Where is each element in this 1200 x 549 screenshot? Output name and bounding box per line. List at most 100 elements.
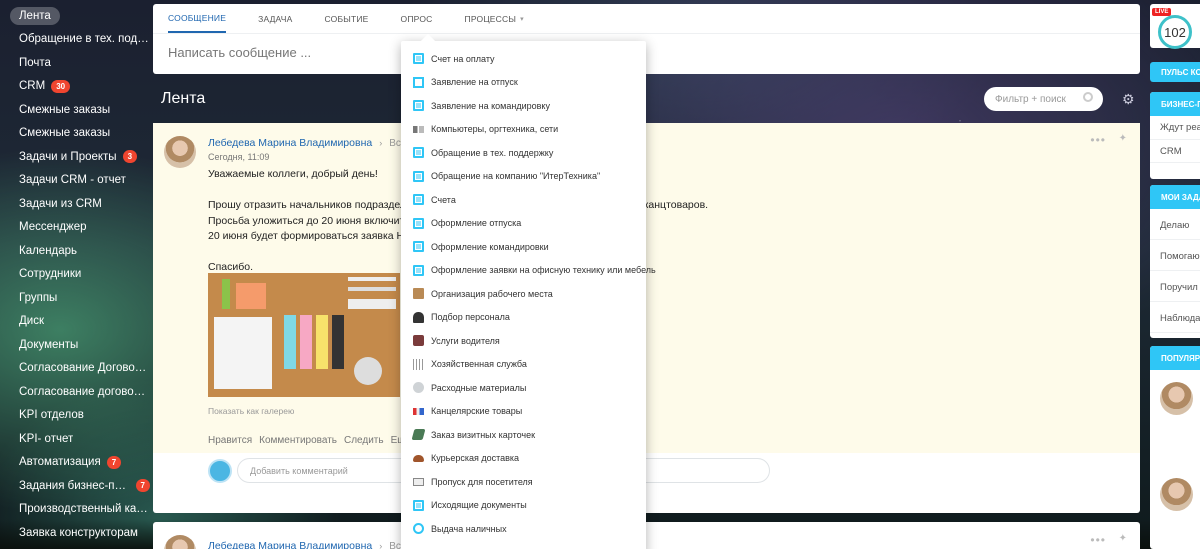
widget-title[interactable]: ПОПУЛЯР xyxy=(1150,346,1200,370)
sidebar-item[interactable]: Смежные заказы xyxy=(0,122,150,146)
hat-icon xyxy=(413,311,424,323)
sidebar-item[interactable]: Смежные заказы xyxy=(0,98,150,122)
process-menu-item[interactable]: Оформление командировки xyxy=(401,235,646,259)
composer-tab[interactable]: СОБЫТИЕ xyxy=(325,4,369,33)
sidebar-item[interactable]: Задачи и Проекты 3 xyxy=(0,145,150,169)
avatar[interactable] xyxy=(164,136,196,168)
post-action-link[interactable]: Нравится xyxy=(208,435,252,446)
composer-tab[interactable]: ОПРОС xyxy=(401,4,433,33)
sidebar-item[interactable]: Диск xyxy=(0,310,150,334)
more-icon[interactable]: ••• xyxy=(1090,533,1106,547)
widget-row[interactable]: CRM xyxy=(1150,140,1200,163)
search-icon[interactable] xyxy=(1083,92,1093,102)
arrow-right-icon: › xyxy=(379,138,383,148)
sidebar-item[interactable]: Календарь xyxy=(0,239,150,263)
process-menu-item[interactable]: Обращение в тех. поддержку xyxy=(401,141,646,165)
sidebar-item[interactable]: Автоматизация 7 xyxy=(0,451,150,475)
post-image[interactable] xyxy=(208,273,400,397)
sidebar-item[interactable]: KPI отделов xyxy=(0,404,150,428)
process-menu-label: Обращение на компанию "ИтерТехника" xyxy=(431,171,601,182)
sidebar-item[interactable]: Задания бизнес-проц... 7 xyxy=(0,474,150,498)
sidebar-item-label: Календарь xyxy=(19,244,78,257)
show-gallery-link[interactable]: Показать как галерею xyxy=(208,406,294,416)
process-menu-item[interactable]: Расходные материалы xyxy=(401,376,646,400)
sidebar-item[interactable]: Согласование договоров... xyxy=(0,380,150,404)
process-menu-item[interactable]: Выдача наличных xyxy=(401,517,646,541)
avatar[interactable] xyxy=(1160,478,1193,511)
widget-row[interactable]: Ждут реак xyxy=(1150,116,1200,140)
process-menu-item[interactable]: Подбор персонала xyxy=(401,306,646,330)
avatar[interactable] xyxy=(164,535,196,549)
sidebar-item[interactable]: KPI- отчет xyxy=(0,427,150,451)
message-input[interactable]: Написать сообщение ... xyxy=(153,34,1140,71)
process-menu-item[interactable]: Компьютеры, оргтехника, сети xyxy=(401,118,646,142)
image-object xyxy=(332,315,344,369)
pulse-button[interactable]: ПУЛЬС КО xyxy=(1150,62,1200,82)
process-menu-label: Расходные материалы xyxy=(431,382,527,393)
sidebar-item[interactable]: Задачи CRM - отчет xyxy=(0,169,150,193)
process-menu-label: Хозяйственная служба xyxy=(431,359,527,370)
sidebar-item[interactable]: Согласование Договоров xyxy=(0,357,150,381)
process-menu-item[interactable]: Хозяйственная служба xyxy=(401,353,646,377)
tools-icon xyxy=(413,358,424,370)
filter-search-input[interactable]: Фильтр + поиск xyxy=(984,87,1103,111)
process-menu-item[interactable]: Курьерская доставка xyxy=(401,447,646,471)
sidebar-item-label: Документы xyxy=(19,338,79,351)
process-menu-item[interactable]: Заявление на отпуск xyxy=(401,71,646,95)
sidebar-item[interactable]: Задачи из CRM xyxy=(0,192,150,216)
composer-tab[interactable]: ЗАДАЧА xyxy=(258,4,292,33)
process-menu-item[interactable]: Канцелярские товары xyxy=(401,400,646,424)
widget-row[interactable]: Делаю xyxy=(1150,209,1200,240)
process-menu-item[interactable]: Оформление заявки на офисную технику или… xyxy=(401,259,656,283)
sidebar-item-label: Лента xyxy=(10,6,60,25)
widget-title[interactable]: МОИ ЗАДА xyxy=(1150,185,1200,209)
process-menu-item[interactable]: Исходящие документы xyxy=(401,494,646,518)
sidebar-item[interactable]: Лента xyxy=(0,4,150,28)
blue-square-icon xyxy=(413,241,424,253)
process-menu-item[interactable]: Счета xyxy=(401,188,646,212)
post-text-line: Уважаемые коллеги, добрый день! xyxy=(208,168,378,180)
process-menu-item[interactable]: Заказ визитных карточек xyxy=(401,423,646,447)
widget-row[interactable]: Помогаю xyxy=(1150,240,1200,271)
sidebar-item[interactable]: CRM 30 xyxy=(0,75,150,99)
live-widget[interactable]: LIVE 102 xyxy=(1150,4,1200,49)
post-author-link[interactable]: Лебедева Марина Владимировна xyxy=(208,137,372,149)
sidebar-item[interactable]: Почта xyxy=(0,51,150,75)
post-action-link[interactable]: Комментировать xyxy=(259,435,337,446)
current-user-avatar xyxy=(208,459,232,483)
sidebar-item[interactable]: Документы xyxy=(0,333,150,357)
more-icon[interactable]: ••• xyxy=(1090,133,1106,147)
sidebar-item[interactable]: Группы xyxy=(0,286,150,310)
sidebar-item[interactable]: Обращение в тех. поддержку xyxy=(0,28,150,52)
sidebar-item[interactable]: Заявка конструкторам xyxy=(0,521,150,545)
process-menu-item[interactable]: Оформление отпуска xyxy=(401,212,646,236)
composer-tab[interactable]: ПРОЦЕССЫ ▾ xyxy=(465,4,524,33)
widget-row[interactable]: Наблюдаю xyxy=(1150,302,1200,333)
widget-row[interactable]: Поручил xyxy=(1150,271,1200,302)
process-menu-item[interactable]: Услуги водителя xyxy=(401,329,646,353)
sidebar-item-label: Заявка конструкторам xyxy=(19,526,138,539)
process-menu-item[interactable]: Обращение на компанию "ИтерТехника" xyxy=(401,165,646,189)
post-author-link[interactable]: Лебедева Марина Владимировна xyxy=(208,540,372,549)
page-title: Лента xyxy=(161,90,206,107)
pin-icon[interactable]: ✦ xyxy=(1119,533,1127,544)
sidebar-item[interactable]: Сотрудники xyxy=(0,263,150,287)
process-menu-label: Канцелярские товары xyxy=(431,406,523,417)
pass-icon xyxy=(413,477,424,486)
pin-icon[interactable]: ✦ xyxy=(1119,133,1127,144)
image-object xyxy=(348,299,396,309)
gear-icon[interactable]: ⚙ xyxy=(1122,91,1135,108)
sidebar-item[interactable]: Производственный кале... xyxy=(0,498,150,522)
avatar[interactable] xyxy=(1160,382,1193,415)
sidebar-item[interactable]: Мессенджер xyxy=(0,216,150,240)
post-action-link[interactable]: Следить xyxy=(344,435,384,446)
process-menu-item[interactable]: Счет на оплату xyxy=(401,47,646,71)
composer-tab[interactable]: СООБЩЕНИЕ xyxy=(168,4,227,33)
blue-square-icon xyxy=(413,100,424,112)
process-menu-item[interactable]: Пропуск для посетителя xyxy=(401,470,646,494)
process-menu-item[interactable]: Заявление на командировку xyxy=(401,94,646,118)
process-menu-item[interactable]: Организация рабочего места xyxy=(401,282,646,306)
widget-title[interactable]: БИЗНЕС-П xyxy=(1150,92,1200,116)
sidebar-item-label: Сотрудники xyxy=(19,268,82,281)
filter-placeholder: Фильтр + поиск xyxy=(995,93,1066,105)
